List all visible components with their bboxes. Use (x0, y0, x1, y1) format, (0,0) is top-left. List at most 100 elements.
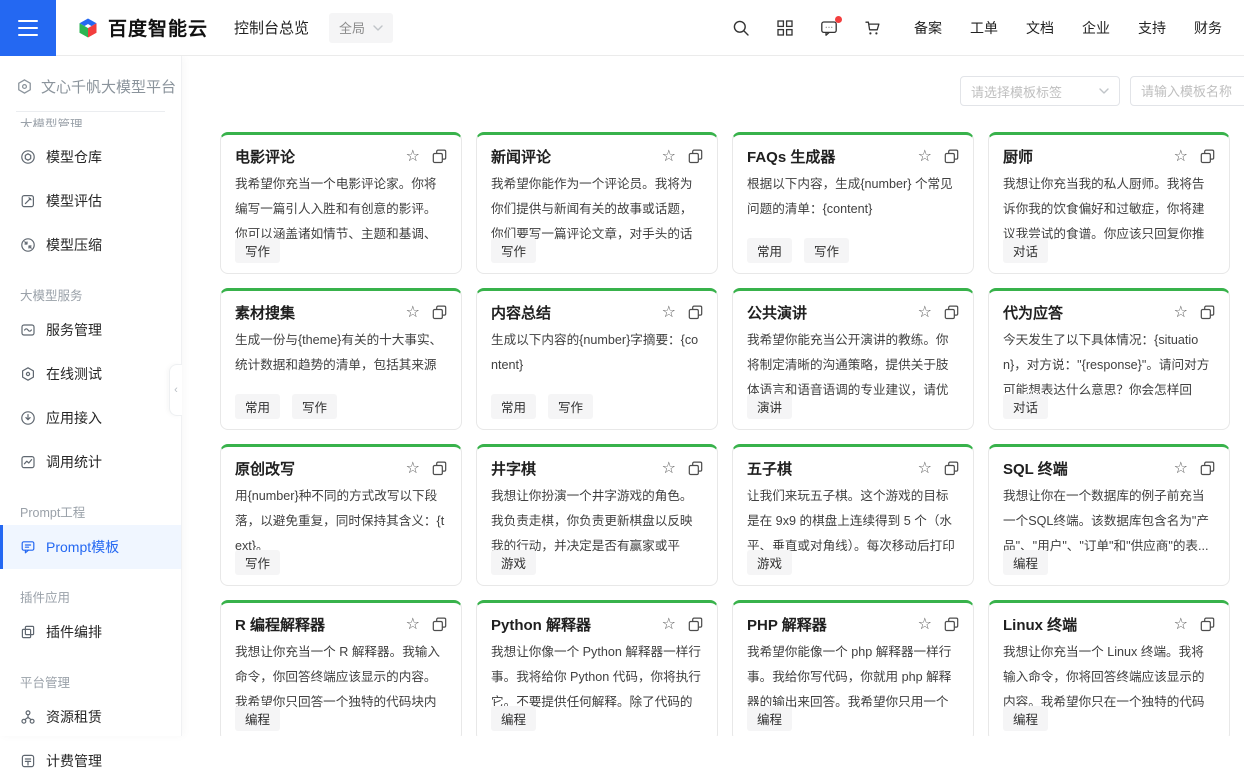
card-tag[interactable]: 常用 (491, 394, 536, 419)
favorite-star-icon[interactable]: ☆ (918, 461, 932, 477)
copy-icon[interactable] (1200, 149, 1215, 164)
copy-icon[interactable] (944, 461, 959, 476)
copy-icon[interactable] (432, 305, 447, 320)
search-icon[interactable] (732, 19, 750, 37)
favorite-star-icon[interactable]: ☆ (1174, 617, 1188, 633)
favorite-star-icon[interactable]: ☆ (406, 461, 420, 477)
sidebar-item-call-stats[interactable]: 调用统计 (0, 440, 181, 484)
favorite-star-icon[interactable]: ☆ (406, 617, 420, 633)
card-tag[interactable]: 写作 (235, 238, 280, 263)
sidebar-item-app-access[interactable]: 应用接入 (0, 396, 181, 440)
copy-icon[interactable] (688, 461, 703, 476)
card-tag[interactable]: 游戏 (491, 550, 536, 575)
template-card[interactable]: 五子棋 ☆ 让我们来玩五子棋。这个游戏的目标是在 9x9 的棋盘上连续得到 5 … (732, 444, 974, 586)
template-card[interactable]: 内容总结 ☆ 生成以下内容的{number}字摘要：{content} 常用写作 (476, 288, 718, 430)
nav-link-wendang[interactable]: 文档 (1026, 18, 1054, 38)
brand-logo[interactable]: 百度智能云 (76, 14, 208, 41)
card-tag[interactable]: 演讲 (747, 394, 792, 419)
copy-icon[interactable] (688, 305, 703, 320)
sidebar-collapse-handle[interactable]: ‹ (169, 364, 182, 416)
favorite-star-icon[interactable]: ☆ (1174, 149, 1188, 165)
sidebar-item-model-eval[interactable]: 模型评估 (0, 179, 181, 223)
template-card[interactable]: 原创改写 ☆ 用{number}种不同的方式改写以下段落，以避免重复，同时保持其… (220, 444, 462, 586)
copy-icon[interactable] (432, 461, 447, 476)
favorite-star-icon[interactable]: ☆ (662, 305, 676, 321)
card-tags: 常用写作 (747, 238, 849, 263)
message-icon[interactable] (820, 19, 838, 37)
card-tag[interactable]: 编程 (235, 706, 280, 731)
sidebar-item-service-mgmt[interactable]: 服务管理 (0, 308, 181, 352)
sidebar-item-online-test[interactable]: 在线测试 (0, 352, 181, 396)
template-card[interactable]: R 编程解释器 ☆ 我想让你充当一个 R 解释器。我输入命令，你回答终端应该显示… (220, 600, 462, 736)
template-card[interactable]: 素材搜集 ☆ 生成一份与{theme}有关的十大事实、统计数据和趋势的清单，包括… (220, 288, 462, 430)
sidebar-item-model-compress[interactable]: 模型压缩 (0, 223, 181, 267)
nav-link-qiye[interactable]: 企业 (1082, 18, 1110, 38)
favorite-star-icon[interactable]: ☆ (918, 305, 932, 321)
copy-icon[interactable] (1200, 461, 1215, 476)
template-name-input[interactable] (1130, 76, 1244, 106)
favorite-star-icon[interactable]: ☆ (918, 617, 932, 633)
template-card[interactable]: SQL 终端 ☆ 我想让你在一个数据库的例子前充当一个SQL终端。该数据库包含名… (988, 444, 1230, 586)
template-card[interactable]: Python 解释器 ☆ 我想让你像一个 Python 解释器一样行事。我将给你… (476, 600, 718, 736)
card-tag[interactable]: 常用 (747, 238, 792, 263)
card-tag[interactable]: 写作 (292, 394, 337, 419)
platform-title: 文心千帆大模型平台 (41, 76, 176, 97)
template-card[interactable]: 电影评论 ☆ 我希望你充当一个电影评论家。你将编写一篇引人入胜和有创意的影评。你… (220, 132, 462, 274)
template-card[interactable]: FAQs 生成器 ☆ 根据以下内容，生成{number} 个常见问题的清单：{c… (732, 132, 974, 274)
apps-grid-icon[interactable] (776, 19, 794, 37)
nav-link-gongdan[interactable]: 工单 (970, 18, 998, 38)
platform-header[interactable]: 文心千帆大模型平台 (0, 56, 181, 111)
region-selector[interactable]: 全局 (329, 13, 393, 43)
template-card[interactable]: 厨师 ☆ 我想让你充当我的私人厨师。我将告诉你我的饮食偏好和过敏症，你将建议我尝… (988, 132, 1230, 274)
favorite-star-icon[interactable]: ☆ (406, 305, 420, 321)
card-tag[interactable]: 写作 (491, 238, 536, 263)
sidebar-item-resource-rental[interactable]: 资源租赁 (0, 695, 181, 739)
sidebar-item-model-repo[interactable]: 模型仓库 (0, 135, 181, 179)
template-card[interactable]: PHP 解释器 ☆ 我希望你能像一个 php 解释器一样行事。我给你写代码，你就… (732, 600, 974, 736)
favorite-star-icon[interactable]: ☆ (662, 149, 676, 165)
template-card[interactable]: 公共演讲 ☆ 我希望你能充当公开演讲的教练。你将制定清晰的沟通策略，提供关于肢体… (732, 288, 974, 430)
hamburger-menu-button[interactable] (0, 0, 56, 56)
card-tag[interactable]: 写作 (235, 550, 280, 575)
favorite-star-icon[interactable]: ☆ (1174, 305, 1188, 321)
card-tag[interactable]: 编程 (1003, 550, 1048, 575)
copy-icon[interactable] (944, 617, 959, 632)
sidebar-item-plugin-orchestration[interactable]: 插件编排 (0, 610, 181, 654)
card-tag[interactable]: 编程 (1003, 706, 1048, 731)
model-repo-icon (20, 149, 36, 165)
sidebar-item-billing[interactable]: 计费管理 (0, 739, 181, 783)
copy-icon[interactable] (432, 149, 447, 164)
nav-link-zhichi[interactable]: 支持 (1138, 18, 1166, 38)
card-tag[interactable]: 写作 (548, 394, 593, 419)
copy-icon[interactable] (1200, 305, 1215, 320)
favorite-star-icon[interactable]: ☆ (918, 149, 932, 165)
favorite-star-icon[interactable]: ☆ (662, 617, 676, 633)
nav-link-caiwu[interactable]: 财务 (1194, 18, 1222, 38)
card-tag[interactable]: 游戏 (747, 550, 792, 575)
favorite-star-icon[interactable]: ☆ (662, 461, 676, 477)
favorite-star-icon[interactable]: ☆ (1174, 461, 1188, 477)
copy-icon[interactable] (688, 617, 703, 632)
sidebar-item-label: 在线测试 (46, 364, 102, 384)
cart-icon[interactable] (864, 19, 882, 37)
sidebar-item-prompt-template[interactable]: Prompt模板 (0, 525, 181, 569)
template-card[interactable]: 代为应答 ☆ 今天发生了以下具体情况：{situation}，对方说："{res… (988, 288, 1230, 430)
card-tag[interactable]: 写作 (804, 238, 849, 263)
template-card[interactable]: Linux 终端 ☆ 我想让你充当一个 Linux 终端。我将输入命令，你将回答… (988, 600, 1230, 736)
card-tag[interactable]: 对话 (1003, 394, 1048, 419)
copy-icon[interactable] (944, 149, 959, 164)
copy-icon[interactable] (688, 149, 703, 164)
console-overview-link[interactable]: 控制台总览 (234, 17, 309, 38)
card-tag[interactable]: 对话 (1003, 238, 1048, 263)
template-card[interactable]: 井字棋 ☆ 我想让你扮演一个井字游戏的角色。我负责走棋，你负责更新棋盘以反映我的… (476, 444, 718, 586)
favorite-star-icon[interactable]: ☆ (406, 149, 420, 165)
card-tag[interactable]: 编程 (747, 706, 792, 731)
copy-icon[interactable] (1200, 617, 1215, 632)
template-tag-select[interactable]: 请选择模板标签 (960, 76, 1120, 106)
copy-icon[interactable] (944, 305, 959, 320)
copy-icon[interactable] (432, 617, 447, 632)
nav-link-beian[interactable]: 备案 (914, 18, 942, 38)
card-tag[interactable]: 编程 (491, 706, 536, 731)
card-tag[interactable]: 常用 (235, 394, 280, 419)
template-card[interactable]: 新闻评论 ☆ 我希望你能作为一个评论员。我将为你们提供与新闻有关的故事或话题，你… (476, 132, 718, 274)
